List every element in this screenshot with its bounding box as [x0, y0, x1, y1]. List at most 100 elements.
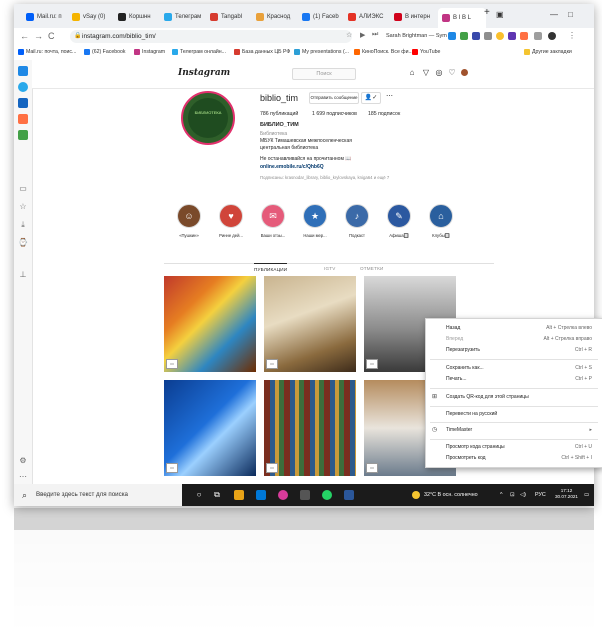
- taskbar-clock[interactable]: 17:12 30.07.2021: [555, 488, 578, 500]
- media-title[interactable]: Sarah Brightman — Sym: [386, 33, 447, 39]
- instagram-search-input[interactable]: Поиск: [292, 68, 356, 80]
- post-thumbnail[interactable]: ▭: [164, 276, 256, 372]
- highlight-item[interactable]: ✎ Афиша🔲: [384, 204, 414, 239]
- menu-item-qr-code[interactable]: ⊞ Создать QR-код для этой страницы: [426, 392, 602, 402]
- highlight-item[interactable]: ♥ Ринне дей...: [216, 204, 246, 238]
- extension-icon[interactable]: [484, 32, 492, 40]
- browser-tab[interactable]: vSay (0): [72, 10, 114, 24]
- menu-item-reload[interactable]: Перезагрузить Ctrl + R: [426, 345, 602, 355]
- browser-tab-active[interactable]: В I В L: [438, 8, 486, 28]
- minimize-button[interactable]: —: [550, 10, 558, 19]
- mail-icon[interactable]: [256, 490, 266, 500]
- profile-avatar[interactable]: БИБЛИОТЕКА: [181, 91, 235, 145]
- menu-item-save-as[interactable]: Сохранить как... Ctrl + S: [426, 363, 602, 373]
- new-tab-button[interactable]: +: [484, 7, 490, 18]
- profile-avatar[interactable]: [548, 32, 556, 40]
- reload-icon[interactable]: C: [48, 31, 55, 41]
- menu-item-view-source[interactable]: Просмотр кода страницы Ctrl + U: [426, 442, 602, 452]
- tab-search-icon[interactable]: ▣: [496, 10, 504, 19]
- sidebar-app-icon[interactable]: [18, 82, 28, 92]
- direct-icon[interactable]: ▽: [422, 69, 430, 77]
- heart-icon[interactable]: ♡: [448, 69, 456, 77]
- instagram-logo[interactable]: Instagram: [178, 68, 230, 78]
- menu-icon[interactable]: ⋮: [568, 31, 576, 40]
- word-icon[interactable]: [344, 490, 354, 500]
- reading-list-icon[interactable]: ▭: [18, 184, 28, 194]
- forward-icon[interactable]: →: [34, 31, 43, 41]
- highlight-item[interactable]: ☺ «Пушкин»: [174, 204, 204, 238]
- browser-tab[interactable]: Mail.ru: п: [26, 10, 68, 24]
- bookmark-item[interactable]: КиноПоиск. Все фи...: [354, 49, 413, 55]
- sidebar-app-icon[interactable]: [18, 66, 28, 76]
- post-thumbnail[interactable]: ▭: [164, 380, 256, 476]
- menu-item-back[interactable]: Назад Alt + Стрелка влево: [426, 323, 602, 333]
- sidebar-app-icon[interactable]: [18, 130, 28, 140]
- followed-by-text[interactable]: Подписаны: krasnodar_library, biblio_kry…: [260, 175, 389, 180]
- file-explorer-icon[interactable]: [234, 490, 244, 500]
- highlight-item[interactable]: ⌂ Клубы🔲: [426, 204, 456, 239]
- weather-sun-icon[interactable]: [412, 491, 420, 499]
- store-icon[interactable]: [300, 490, 310, 500]
- menu-item-forward[interactable]: Вперед Alt + Стрелка вправо: [426, 334, 602, 344]
- download-icon[interactable]: ⤓: [18, 220, 28, 230]
- sidebar-app-icon[interactable]: [18, 98, 28, 108]
- language-indicator[interactable]: РУС: [535, 484, 546, 506]
- extension-icon[interactable]: [460, 32, 468, 40]
- bookmark-item[interactable]: Instagram: [134, 49, 165, 55]
- whatsapp-icon[interactable]: [322, 490, 332, 500]
- extension-icon[interactable]: [496, 32, 504, 40]
- profile-avatar-icon[interactable]: [461, 69, 468, 76]
- bio-link[interactable]: online.emobile.ru/c/Qhb6Q: [260, 164, 324, 170]
- more-icon[interactable]: ⋯: [18, 472, 28, 482]
- bookmark-star-icon[interactable]: ☆: [346, 31, 352, 39]
- task-view-icon[interactable]: ⧉: [212, 490, 222, 500]
- sidebar-app-icon[interactable]: [18, 114, 28, 124]
- browser-tab[interactable]: Телеграм: [164, 10, 206, 24]
- network-icon[interactable]: ⊡: [510, 484, 515, 506]
- extension-icon[interactable]: [520, 32, 528, 40]
- bookmark-folder[interactable]: Другие закладки: [524, 49, 572, 55]
- bookmark-item[interactable]: Телеграм онлайн...: [172, 49, 226, 55]
- post-thumbnail[interactable]: ▭: [264, 380, 356, 476]
- browser-tab[interactable]: Краснод: [256, 10, 298, 24]
- taskbar-search-input[interactable]: ⌕ Введите здесь текст для поиска: [14, 484, 182, 506]
- url-field[interactable]: 🔒 instagram.com/biblio_tim/: [70, 30, 352, 43]
- highlight-item[interactable]: ★ Наши мер...: [300, 204, 330, 238]
- following-count[interactable]: 185 подписок: [368, 111, 400, 117]
- browser-tab[interactable]: Коршнн: [118, 10, 160, 24]
- maximize-button[interactable]: □: [568, 10, 573, 19]
- tab-posts[interactable]: ПУБЛИКАЦИИ: [254, 263, 288, 272]
- post-thumbnail[interactable]: ▭: [264, 276, 356, 372]
- weather-text[interactable]: 32°C В осн. солнечно: [424, 484, 478, 506]
- notifications-icon[interactable]: ▭: [584, 484, 589, 506]
- highlight-item[interactable]: ✉ Ваши отзы...: [258, 204, 288, 238]
- tab-igtv[interactable]: IGTV: [324, 266, 336, 271]
- extensions-icon[interactable]: ⊥: [18, 270, 28, 280]
- highlight-item[interactable]: ♪ Подкаст: [342, 204, 372, 238]
- tray-chevron-icon[interactable]: ^: [500, 484, 503, 506]
- following-button[interactable]: 👤✓: [361, 92, 381, 104]
- history-icon[interactable]: ⌚: [18, 238, 28, 248]
- back-icon[interactable]: ←: [20, 31, 29, 41]
- tab-tagged[interactable]: ОТМЕТКИ: [360, 266, 383, 271]
- home-icon[interactable]: ⌂: [408, 69, 416, 77]
- bookmark-item[interactable]: (62) Facebook: [84, 49, 125, 55]
- more-options-icon[interactable]: ⋯: [386, 92, 393, 100]
- browser-tab[interactable]: (1) Faceb: [302, 10, 344, 24]
- menu-item-print[interactable]: Печать... Ctrl + P: [426, 374, 602, 384]
- bookmark-item[interactable]: YouTube: [412, 49, 440, 55]
- extension-icon[interactable]: [472, 32, 480, 40]
- volume-icon[interactable]: ◁): [520, 484, 526, 506]
- settings-icon[interactable]: ⚙: [18, 456, 28, 466]
- browser-tab[interactable]: В интерн: [394, 10, 436, 24]
- star-icon[interactable]: ☆: [18, 202, 28, 212]
- app-icon[interactable]: [278, 490, 288, 500]
- play-icon[interactable]: ▶: [360, 31, 365, 39]
- menu-item-inspect[interactable]: Просмотреть код Ctrl + Shift + I: [426, 453, 602, 463]
- followers-count[interactable]: 1 699 подписчиков: [312, 111, 357, 117]
- extension-icon[interactable]: [508, 32, 516, 40]
- browser-tab[interactable]: АЛИЭКС: [348, 10, 390, 24]
- bookmark-item[interactable]: База данных ЦБ РФ: [234, 49, 290, 55]
- extensions-puzzle-icon[interactable]: [534, 32, 542, 40]
- menu-item-timemaster[interactable]: ◷ TimeMaster ▸: [426, 425, 602, 435]
